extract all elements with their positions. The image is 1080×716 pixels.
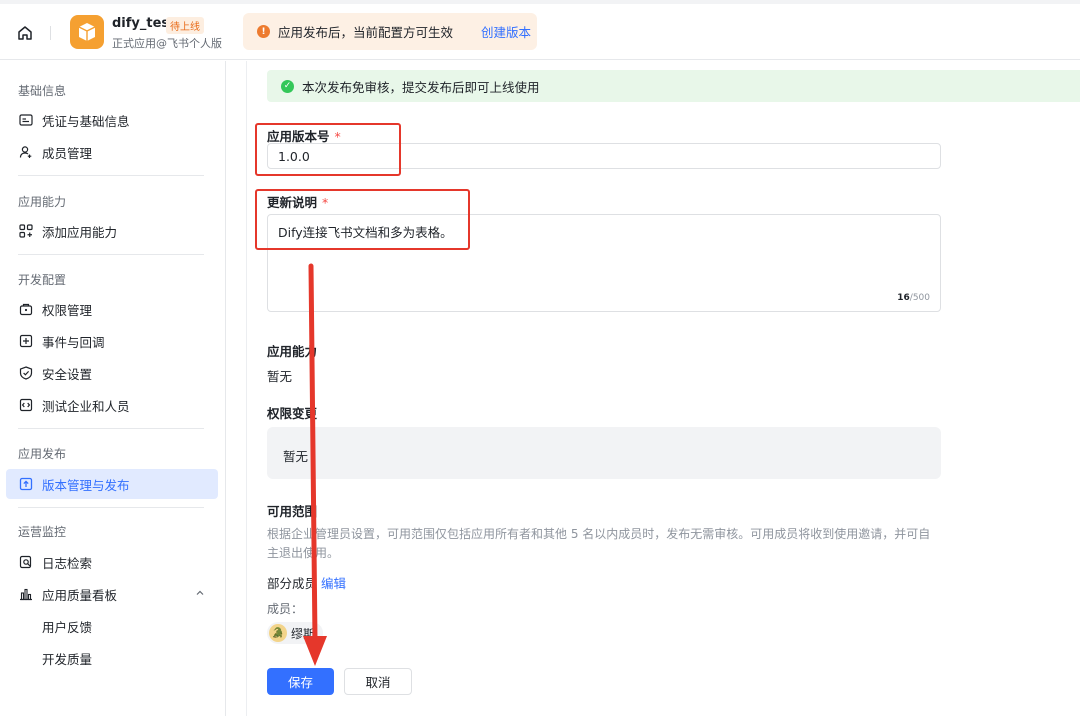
sidebar-item-label: 应用质量看板: [42, 587, 118, 603]
sidebar-divider: [18, 254, 204, 255]
home-icon[interactable]: [16, 24, 34, 42]
app-logo-icon: [70, 15, 104, 49]
sidebar-item-label: 凭证与基础信息: [42, 113, 130, 129]
sidebar-item-quality-board[interactable]: 应用质量看板: [6, 579, 218, 609]
sidebar-section-dev: 开发配置: [18, 273, 67, 287]
sidebar-item-label: 版本管理与发布: [42, 477, 130, 493]
avatar: 🐊: [269, 624, 287, 642]
sidebar-item-label: 权限管理: [42, 302, 93, 318]
sidebar-item-permissions[interactable]: 权限管理: [6, 294, 218, 324]
chevron-up-icon[interactable]: [194, 587, 206, 602]
sidebar-item-add-capability[interactable]: 添加应用能力: [6, 216, 218, 246]
permission-box: [267, 427, 941, 479]
notice-text: 应用发布后，当前配置方可生效: [278, 25, 454, 40]
success-text: 本次发布免审核，提交发布后即可上线使用: [302, 79, 540, 95]
id-card-icon: [18, 112, 34, 128]
upload-box-icon: [18, 476, 34, 492]
sidebar-divider: [18, 428, 204, 429]
add-user-icon: [18, 144, 34, 160]
sidebar-section-publish: 应用发布: [18, 447, 67, 461]
create-version-link[interactable]: 创建版本: [481, 22, 531, 41]
annotation-box-desc: [255, 189, 470, 250]
sidebar-divider: [18, 175, 204, 176]
code-box-icon: [18, 397, 34, 413]
top-bar: dify_test 待上线 正式应用@飞书个人版 ! 应用发布后，当前配置方可生…: [0, 0, 1080, 60]
app-status-badge: 待上线: [166, 17, 204, 34]
warning-icon: !: [257, 25, 270, 38]
sidebar-item-version-publish[interactable]: 版本管理与发布: [6, 469, 218, 499]
sidebar-section-monitor: 运营监控: [18, 525, 67, 539]
sidebar: 基础信息 凭证与基础信息 成员管理 应用能力 添加应用能力 开发配置 权限管理 …: [0, 61, 226, 716]
sidebar-item-label: 添加应用能力: [42, 224, 118, 240]
counter-max: /500: [909, 293, 930, 303]
sidebar-item-credentials[interactable]: 凭证与基础信息: [6, 105, 218, 135]
success-banner: ✓ 本次发布免审核，提交发布后即可上线使用: [267, 70, 1080, 102]
sidebar-item-label: 用户反馈: [42, 619, 93, 635]
log-search-icon: [18, 554, 34, 570]
annotation-box-version: [255, 123, 401, 176]
scope-hint: 根据企业管理员设置，可用范围仅包括应用所有者和其他 5 名以内成员时，发布无需审…: [267, 527, 931, 560]
save-button[interactable]: 保存: [267, 668, 334, 695]
bar-chart-icon: [18, 586, 34, 602]
event-icon: [18, 333, 34, 349]
app-subtitle: 正式应用@飞书个人版: [112, 37, 222, 50]
grid-add-icon: [18, 223, 34, 239]
header-divider: [50, 26, 51, 40]
sidebar-item-label: 日志检索: [42, 555, 93, 571]
sidebar-item-logs[interactable]: 日志检索: [6, 547, 218, 577]
sidebar-item-test-org[interactable]: 测试企业和人员: [6, 390, 218, 420]
publish-notice: ! 应用发布后，当前配置方可生效 创建版本: [243, 13, 537, 50]
capability-value: 暂无: [267, 369, 293, 384]
char-counter: 16/500: [897, 293, 930, 303]
sidebar-item-dev-quality[interactable]: 开发质量: [6, 643, 218, 673]
sidebar-item-label: 测试企业和人员: [42, 398, 130, 414]
sidebar-section-basic: 基础信息: [18, 84, 67, 98]
sidebar-item-label: 开发质量: [42, 651, 93, 667]
sidebar-item-security[interactable]: 安全设置: [6, 358, 218, 388]
annotation-arrow: [303, 263, 327, 666]
sidebar-divider: [18, 507, 204, 508]
sidebar-item-events[interactable]: 事件与回调: [6, 326, 218, 356]
check-circle-icon: ✓: [281, 79, 294, 93]
sidebar-item-label: 事件与回调: [42, 334, 105, 350]
sidebar-item-label: 成员管理: [42, 145, 93, 161]
shield-icon: [18, 365, 34, 381]
counter-current: 16: [897, 293, 910, 303]
sidebar-item-label: 安全设置: [42, 366, 93, 382]
cancel-button[interactable]: 取消: [344, 668, 412, 695]
lock-box-icon: [18, 301, 34, 317]
sidebar-section-capability: 应用能力: [18, 195, 67, 209]
sidebar-item-user-feedback[interactable]: 用户反馈: [6, 611, 218, 641]
sidebar-item-members[interactable]: 成员管理: [6, 137, 218, 167]
